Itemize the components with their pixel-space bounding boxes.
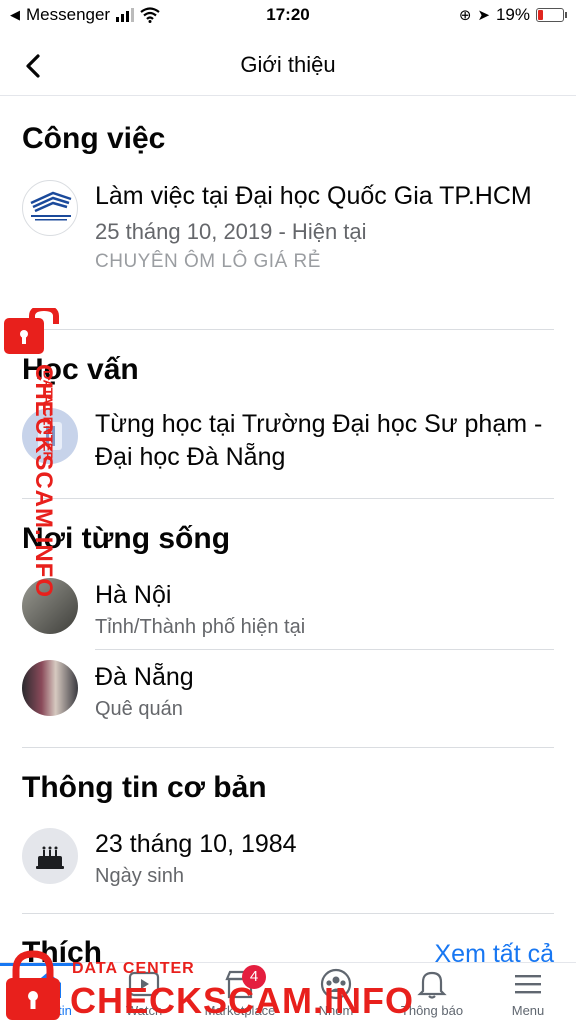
divider <box>22 913 554 914</box>
birthday-date: 23 tháng 10, 1984 <box>95 830 297 858</box>
tab-label: Menu <box>511 1003 545 1018</box>
battery-percent: 19% <box>495 5 530 24</box>
work-dates: 25 tháng 10, 2019 - Hiện tại <box>95 219 367 244</box>
work-position: CHUYÊN ÔM LÔ GIÁ RẺ <box>95 251 321 272</box>
education-school[interactable]: Từng học tại Trường Đại học Sư phạm - Đạ… <box>95 408 555 474</box>
page-title: Giới thiệu <box>240 52 336 77</box>
tab-menu[interactable]: Menu <box>480 967 576 1018</box>
university-logo[interactable] <box>22 180 78 236</box>
section-title-basic-info: Thông tin cơ bản <box>22 771 267 804</box>
divider <box>22 329 554 330</box>
education-entry: Từng học tại Trường Đại học Sư phạm - Đạ… <box>95 408 555 474</box>
university-logo-icon <box>30 191 72 221</box>
section-title-work: Công việc <box>22 122 166 155</box>
place-name[interactable]: Đà Nẵng <box>95 661 555 694</box>
birthday-entry: 23 tháng 10, 1984 Ngày sinh <box>95 828 555 891</box>
place-entry: Hà Nội Tỉnh/Thành phố hiện tại <box>95 579 555 642</box>
divider <box>22 747 554 748</box>
watermark-bottom-lock-icon <box>6 950 60 1020</box>
nav-header: Giới thiệu <box>0 36 576 96</box>
place-type: Quê quán <box>95 698 183 720</box>
battery-icon <box>536 8 567 22</box>
hamburger-menu-icon <box>515 975 541 994</box>
work-entry: Làm việc tại Đại học Quốc Gia TP.HCM 25 … <box>95 180 555 273</box>
work-employer[interactable]: Làm việc tại Đại học Quốc Gia TP.HCM <box>95 180 555 213</box>
divider <box>22 498 554 499</box>
birthday-cake-icon <box>36 846 64 869</box>
place-photo-danang[interactable] <box>22 660 78 716</box>
birthday-icon-wrap <box>22 828 78 884</box>
place-type: Tỉnh/Thành phố hiện tại <box>95 616 306 638</box>
rotation-lock-icon: ⊕ <box>458 7 472 24</box>
location-icon: ➤ <box>477 7 490 24</box>
birthday-label: Ngày sinh <box>95 865 184 887</box>
watermark-lock-icon <box>4 308 59 354</box>
bell-icon <box>417 971 447 999</box>
place-name[interactable]: Hà Nội <box>95 579 555 612</box>
watermark-bottom-brand: CHECKSCAM.INFO <box>70 980 414 1021</box>
divider <box>95 649 554 650</box>
status-bar: ◀ Messenger 17:20 ⊕ ➤ 19% <box>0 0 576 32</box>
watermark-bottom-title: DATA CENTER <box>72 960 195 977</box>
place-entry: Đà Nẵng Quê quán <box>95 661 555 724</box>
watermark-side-brand: CHECKSCAM.INFO <box>30 364 57 598</box>
